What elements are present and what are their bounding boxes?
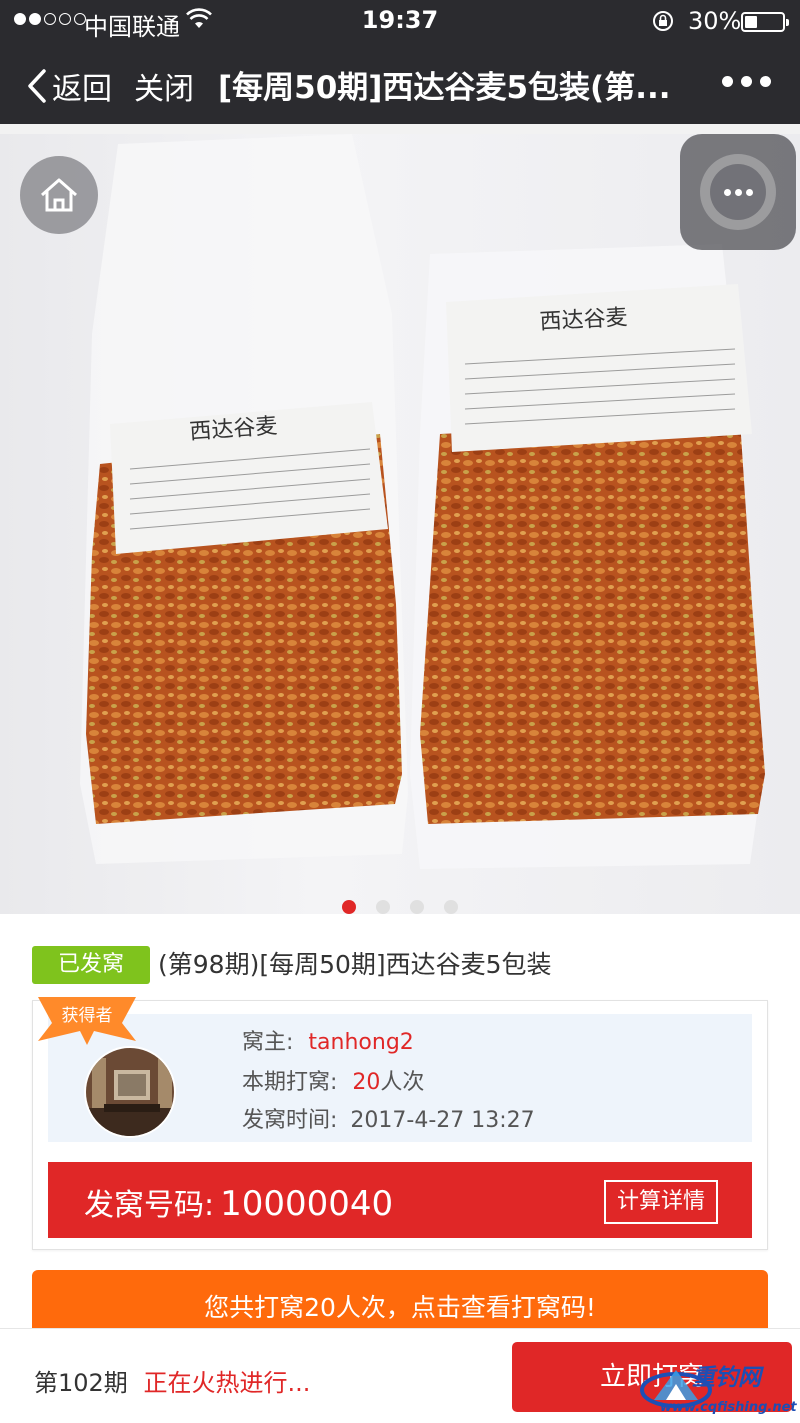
- participation-count: 20: [352, 1070, 381, 1095]
- owner-name[interactable]: tanhong2: [308, 1030, 413, 1055]
- participation-unit: 人次: [380, 1070, 425, 1095]
- product-image-carousel[interactable]: 西达谷麦 西达谷麦: [0, 134, 800, 914]
- calculation-details-button[interactable]: 计算详情: [604, 1180, 718, 1224]
- clock: 19:37: [361, 6, 439, 34]
- winning-code-value: 10000040: [220, 1184, 394, 1224]
- time-value: 2017-4-27 13:27: [350, 1108, 535, 1133]
- top-bar: 中国联通 19:37 30% 返回 关闭 [每周50期]西达谷麦5包装(第...: [0, 0, 800, 124]
- winning-code: 发窝号码: 10000040: [84, 1180, 393, 1224]
- carousel-dot[interactable]: [376, 900, 390, 914]
- current-period: 第102期 正在火热进行...: [34, 1363, 310, 1398]
- carousel-dot[interactable]: [444, 900, 458, 914]
- rotation-lock-icon: [653, 11, 673, 31]
- time-row: 发窝时间: 2017-4-27 13:27: [242, 1102, 535, 1134]
- back-label: 返回: [52, 72, 112, 107]
- battery-percent: 30%: [688, 7, 742, 35]
- winning-code-label: 发窝号码:: [84, 1188, 215, 1223]
- carousel-dot[interactable]: [342, 900, 356, 914]
- ellipsis-icon: [710, 164, 766, 220]
- owner-row: 窝主: tanhong2: [242, 1024, 414, 1056]
- winner-ribbon-text: 获得者: [62, 1006, 113, 1026]
- watermark-name: 重钓网: [692, 1365, 761, 1391]
- home-icon: [41, 178, 77, 212]
- avatar[interactable]: [84, 1046, 176, 1138]
- back-button[interactable]: 返回: [26, 64, 112, 108]
- svg-text:西达谷麦: 西达谷麦: [539, 305, 628, 335]
- status-badge: 已发窝: [32, 946, 150, 984]
- chevron-left-icon: [28, 69, 46, 103]
- floating-menu-button[interactable]: [680, 134, 796, 250]
- period-number: 第102期: [34, 1369, 128, 1397]
- product-title: (第98期)[每周50期]西达谷麦5包装: [158, 950, 552, 979]
- time-label: 发窝时间:: [242, 1108, 338, 1133]
- product-photo: 西达谷麦 西达谷麦: [80, 134, 765, 869]
- watermark-url: www.cqfishing.net: [660, 1400, 797, 1415]
- carousel-indicator: [0, 900, 800, 914]
- owner-label: 窝主:: [242, 1030, 294, 1055]
- nav-bar: 返回 关闭 [每周50期]西达谷麦5包装(第...: [0, 44, 800, 124]
- page-title: [每周50期]西达谷麦5包装(第...: [218, 70, 671, 106]
- winning-code-bar: 发窝号码: 10000040 计算详情: [48, 1162, 752, 1238]
- more-menu-icon[interactable]: [722, 66, 771, 87]
- close-button[interactable]: 关闭: [134, 64, 194, 108]
- battery-icon: [741, 12, 789, 32]
- winner-ribbon-icon: 获得者: [38, 997, 136, 1045]
- participation-row: 本期打窝: 20人次: [242, 1064, 424, 1096]
- period-status[interactable]: 正在火热进行...: [143, 1369, 310, 1397]
- status-bar: 中国联通 19:37 30%: [0, 0, 800, 44]
- participation-label: 本期打窝:: [242, 1070, 338, 1095]
- home-button[interactable]: [20, 156, 98, 234]
- carousel-dot[interactable]: [410, 900, 424, 914]
